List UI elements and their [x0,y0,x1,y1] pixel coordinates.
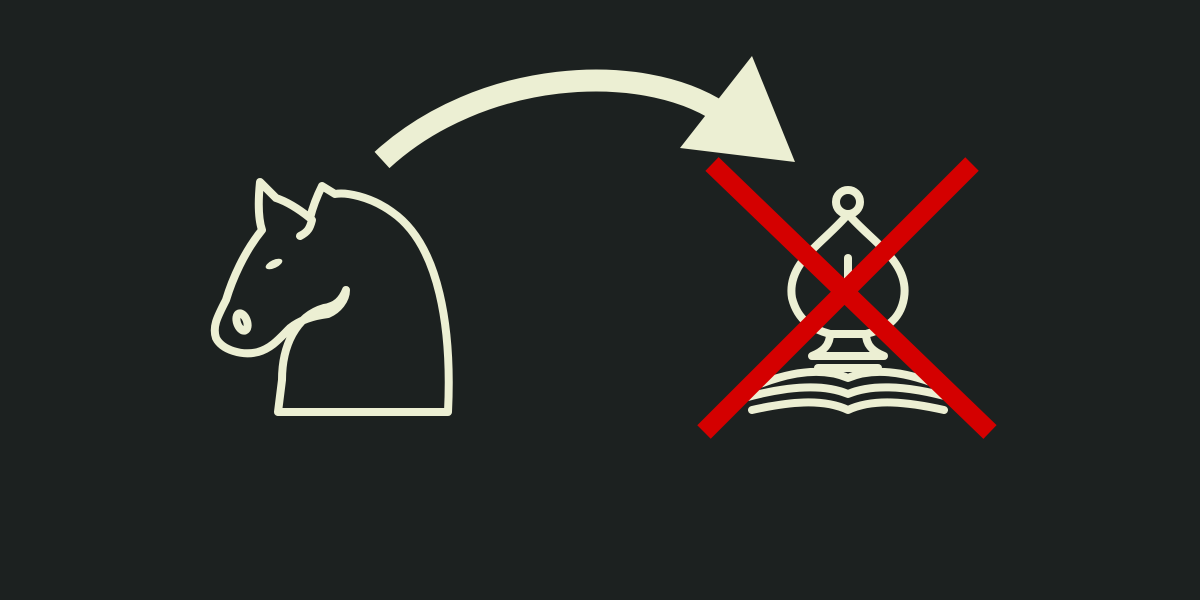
knight-captures-bishop-diagram [0,0,1200,600]
